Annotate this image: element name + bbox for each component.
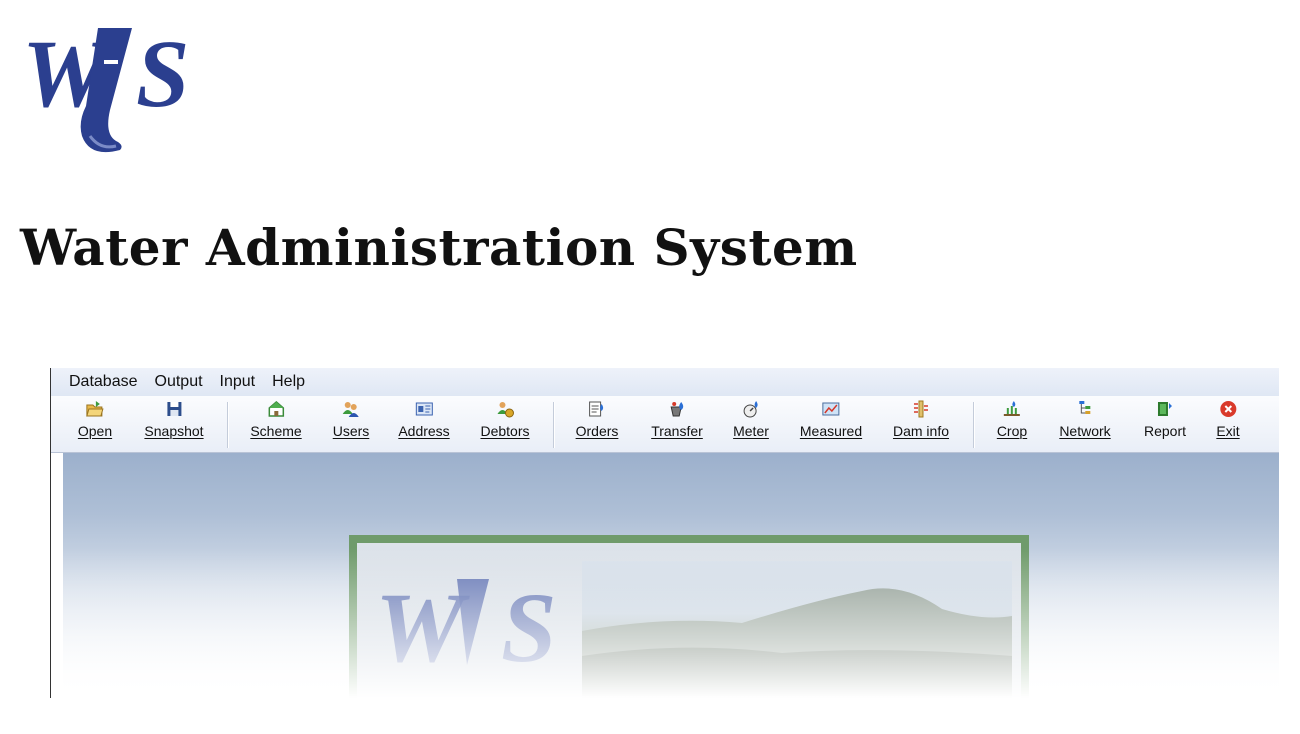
transfer-button[interactable]: Transfer [651, 400, 703, 439]
measured-button[interactable]: Measured [800, 400, 862, 439]
menu-database[interactable]: Database [69, 373, 138, 391]
meter-button[interactable]: Meter [733, 400, 769, 439]
open-button[interactable]: Open [78, 400, 112, 439]
exit-button[interactable]: Exit [1216, 400, 1240, 439]
money-bag-icon [497, 402, 514, 418]
crop-button[interactable]: Crop [997, 400, 1027, 439]
dam-info-button[interactable]: Dam info [893, 400, 949, 439]
svg-text:S: S [136, 20, 189, 127]
menu-output[interactable]: Output [155, 373, 203, 391]
app-window: Database Output Input Help Open Snapshot… [50, 368, 1279, 698]
menu-input[interactable]: Input [220, 373, 256, 391]
snapshot-button[interactable]: Snapshot [144, 400, 204, 439]
house-icon [268, 401, 284, 417]
dam-level-icon [914, 400, 928, 418]
menubar: Database Output Input Help [51, 368, 1279, 396]
network-button[interactable]: Network [1059, 400, 1111, 439]
address-button[interactable]: Address [398, 400, 450, 439]
report-icon [1158, 402, 1172, 416]
debtors-button[interactable]: Debtors [480, 400, 530, 439]
toolbar: Open Snapshot Scheme Users Address Debto… [51, 396, 1279, 453]
address-card-icon [415, 402, 433, 416]
order-form-icon [589, 401, 604, 417]
bucket-drop-icon [670, 402, 683, 417]
was-logo: W S [20, 18, 205, 158]
meter-icon [743, 401, 758, 418]
menu-help[interactable]: Help [272, 373, 305, 391]
folder-open-icon [86, 401, 104, 417]
chart-icon [822, 402, 840, 416]
orders-button[interactable]: Orders [576, 400, 618, 439]
fade-overlay [63, 548, 1279, 698]
network-tree-icon [1078, 401, 1090, 414]
exit-icon [1220, 401, 1236, 417]
was-logo-graphic: W S [22, 20, 189, 153]
users-button[interactable]: Users [333, 400, 369, 439]
crop-plant-icon [1003, 401, 1020, 416]
page-title: Water Administration System [20, 218, 858, 277]
scheme-button[interactable]: Scheme [250, 400, 302, 439]
workspace: W S [63, 453, 1279, 698]
users-icon [343, 402, 359, 417]
floppy-disk-icon [166, 402, 181, 416]
report-button[interactable]: Report [1144, 400, 1186, 439]
